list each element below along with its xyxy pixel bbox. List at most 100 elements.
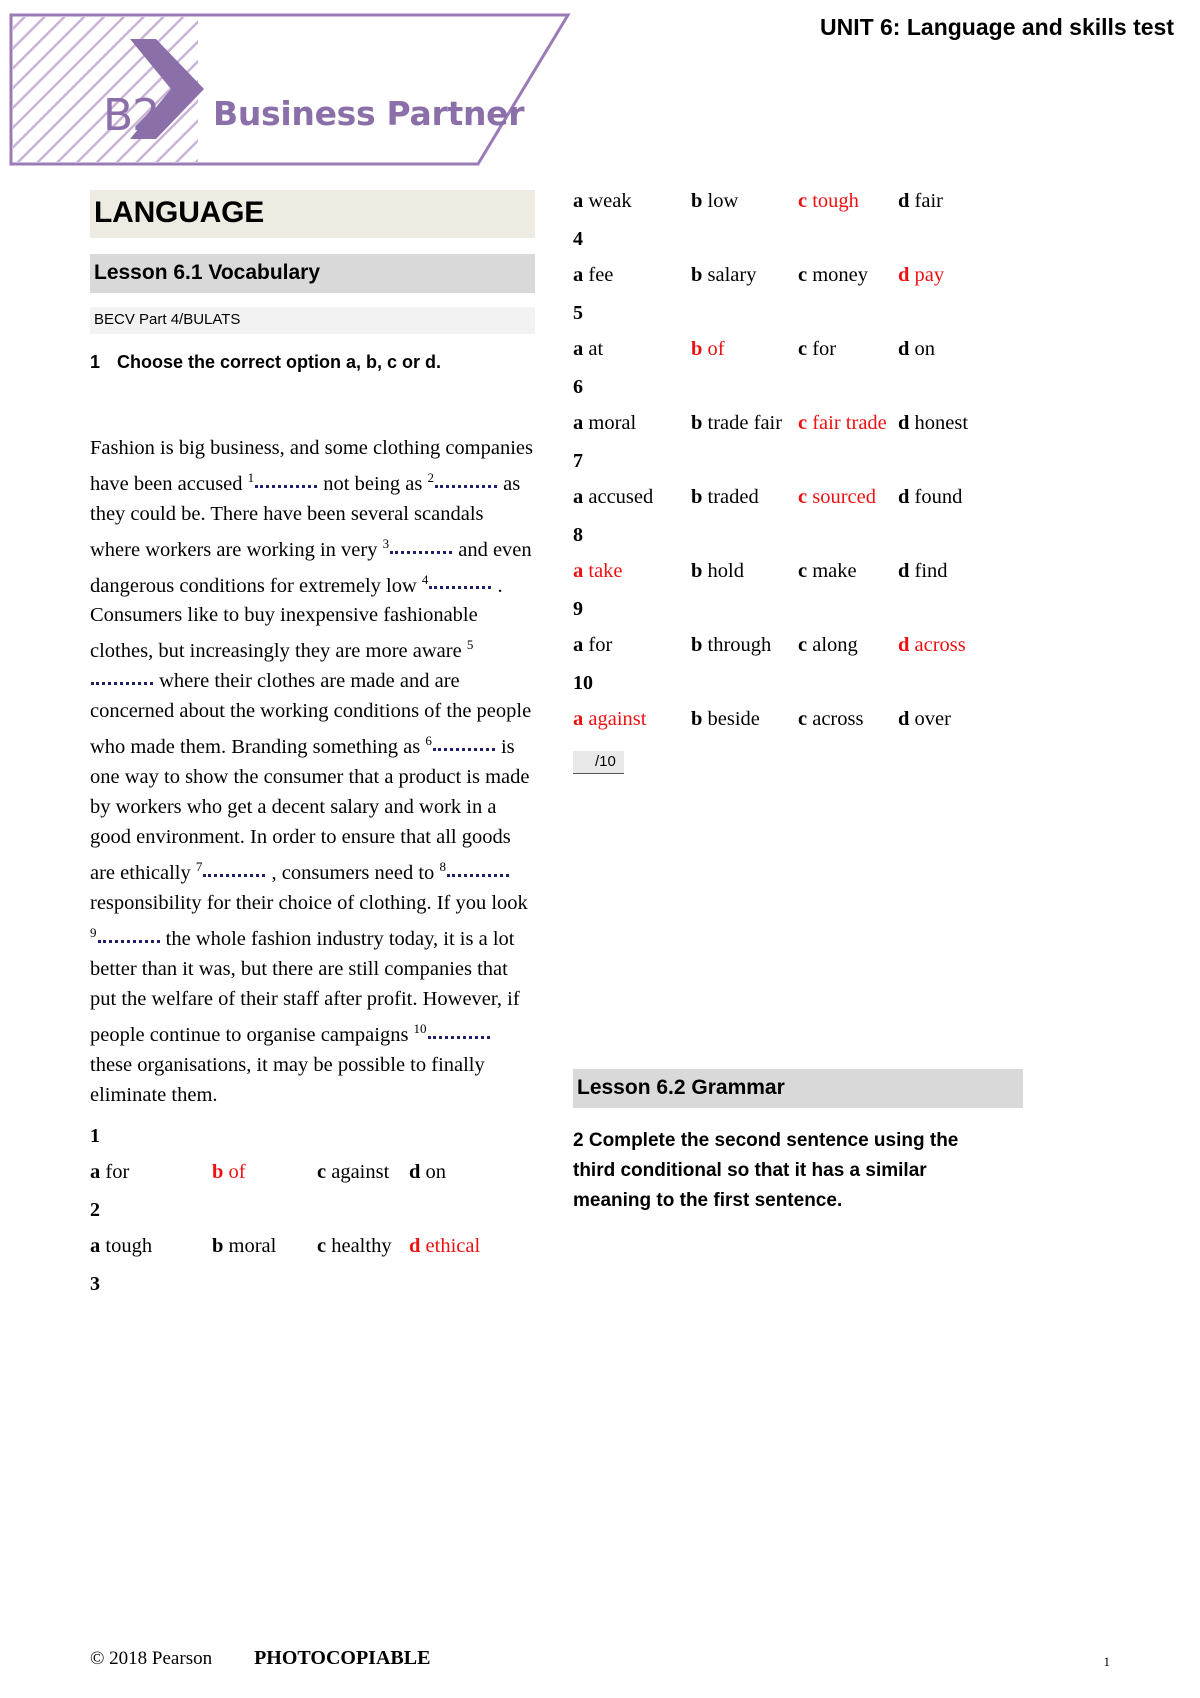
option-d[interactable]: d across <box>898 634 966 657</box>
option-a[interactable]: a moral <box>573 412 691 435</box>
right-answer-list: a weak b low c tough d fair 4 a fee b salary c … <box>573 190 1023 731</box>
option-b[interactable]: b hold <box>691 560 798 583</box>
option-letter: b <box>212 1234 224 1257</box>
option-a[interactable]: a tough <box>90 1235 212 1258</box>
option-text: through <box>702 634 772 656</box>
option-c[interactable]: c healthy <box>317 1235 409 1258</box>
option-d[interactable]: d pay <box>898 264 944 287</box>
option-c[interactable]: c across <box>798 708 898 731</box>
left-answer-list: 1 a for b of c against d on 2 a tough b moral c … <box>90 1125 535 1296</box>
option-a[interactable]: a for <box>90 1161 212 1184</box>
option-text: fair <box>909 190 943 212</box>
option-c[interactable]: c money <box>798 264 898 287</box>
question-number: 8 <box>573 524 583 546</box>
option-text: for <box>583 634 613 656</box>
gap-blank[interactable] <box>427 1035 490 1039</box>
option-letter: d <box>898 264 910 286</box>
option-text: pay <box>909 264 945 286</box>
option-letter: c <box>798 708 808 730</box>
blank-number: 3 <box>382 535 390 551</box>
option-b[interactable]: b salary <box>691 264 798 287</box>
option-letter: c <box>798 412 808 434</box>
option-text: find <box>909 560 948 582</box>
option-a[interactable]: a fee <box>573 264 691 287</box>
option-text: across <box>909 634 966 656</box>
exam-reference: BECV Part 4/BULATS <box>90 307 535 334</box>
option-letter: b <box>691 708 703 730</box>
option-c[interactable]: c fair trade <box>798 412 898 435</box>
question-number: 2 <box>90 1198 100 1221</box>
option-c[interactable]: c against <box>317 1161 409 1184</box>
option-b[interactable]: b through <box>691 634 798 657</box>
option-text: salary <box>702 264 757 286</box>
exercise-1-instruction: 1 Choose the correct option a, b, c or d… <box>90 352 535 373</box>
brand-logo-banner: B2 Business Partner <box>8 12 598 167</box>
gap-blank[interactable] <box>203 873 266 877</box>
option-letter: c <box>798 264 808 286</box>
unit-title: UNIT 6: Language and skills test <box>819 14 1174 40</box>
option-b[interactable]: b of <box>691 338 798 361</box>
option-b[interactable]: b traded <box>691 486 798 509</box>
option-c[interactable]: c make <box>798 560 898 583</box>
option-a[interactable]: a at <box>573 338 691 361</box>
option-a[interactable]: a take <box>573 560 691 583</box>
left-column: LANGUAGE Lesson 6.1 Vocabulary BECV Part… <box>90 190 535 1309</box>
option-d[interactable]: d on <box>409 1161 446 1184</box>
option-d[interactable]: d ethical <box>409 1235 480 1258</box>
gap-blank[interactable] <box>97 939 160 943</box>
option-letter: a <box>573 190 584 212</box>
exercise-1-number: 1 <box>90 352 101 372</box>
option-a[interactable]: a accused <box>573 486 691 509</box>
option-text: against <box>583 708 647 730</box>
option-b[interactable]: b beside <box>691 708 798 731</box>
option-text: for <box>807 338 837 360</box>
question-number: 10 <box>573 672 593 694</box>
option-letter: a <box>573 560 584 582</box>
passage-text: the whole fashion industry today, it is … <box>90 927 520 1046</box>
option-d[interactable]: d honest <box>898 412 968 435</box>
gap-blank[interactable] <box>429 586 492 590</box>
option-d[interactable]: d fair <box>898 190 943 213</box>
passage-text: not being as <box>318 472 428 495</box>
option-c[interactable]: c along <box>798 634 898 657</box>
option-b[interactable]: b of <box>212 1161 317 1184</box>
exercise-2-instruction: 2 Complete the second sentence using the… <box>573 1130 959 1211</box>
option-row: a moral b trade fair c fair trade d honest <box>573 412 1023 435</box>
gap-blank[interactable] <box>432 748 495 752</box>
gap-blank[interactable] <box>255 484 318 488</box>
option-c[interactable]: c for <box>798 338 898 361</box>
exercise-1-text: Choose the correct option a, b, c or d. <box>117 352 442 372</box>
option-c[interactable]: c sourced <box>798 486 898 509</box>
option-text: take <box>583 560 623 582</box>
page-number: 1 <box>1103 1654 1111 1669</box>
option-b[interactable]: b low <box>691 190 798 213</box>
section-heading-language-label: LANGUAGE <box>94 196 265 229</box>
option-text: money <box>807 264 869 286</box>
score-box[interactable]: /10 <box>573 751 624 774</box>
lesson-heading-62-label: Lesson 6.2 Grammar <box>577 1076 785 1099</box>
option-letter: b <box>691 190 703 212</box>
lesson-heading-61: Lesson 6.1 Vocabulary <box>90 254 535 293</box>
option-d[interactable]: d found <box>898 486 962 509</box>
option-text: fee <box>583 264 614 286</box>
option-d[interactable]: d on <box>898 338 935 361</box>
blank-number: 4 <box>421 571 429 587</box>
option-b[interactable]: b trade fair <box>691 412 798 435</box>
option-d[interactable]: d over <box>898 708 951 731</box>
option-d[interactable]: d find <box>898 560 948 583</box>
gap-blank[interactable] <box>91 682 153 686</box>
option-text: traded <box>702 486 759 508</box>
gap-blank[interactable] <box>390 550 453 554</box>
option-c[interactable]: c tough <box>798 190 898 213</box>
option-a[interactable]: a against <box>573 708 691 731</box>
lesson-heading-61-label: Lesson 6.1 Vocabulary <box>94 261 321 284</box>
question-number: 4 <box>573 228 583 250</box>
option-a[interactable]: a weak <box>573 190 691 213</box>
option-letter: d <box>898 190 910 212</box>
question-number: 1 <box>90 1124 100 1147</box>
gap-blank[interactable] <box>446 873 509 877</box>
option-a[interactable]: a for <box>573 634 691 657</box>
gap-blank[interactable] <box>434 484 497 488</box>
option-text: sourced <box>807 486 876 508</box>
option-b[interactable]: b moral <box>212 1235 317 1258</box>
